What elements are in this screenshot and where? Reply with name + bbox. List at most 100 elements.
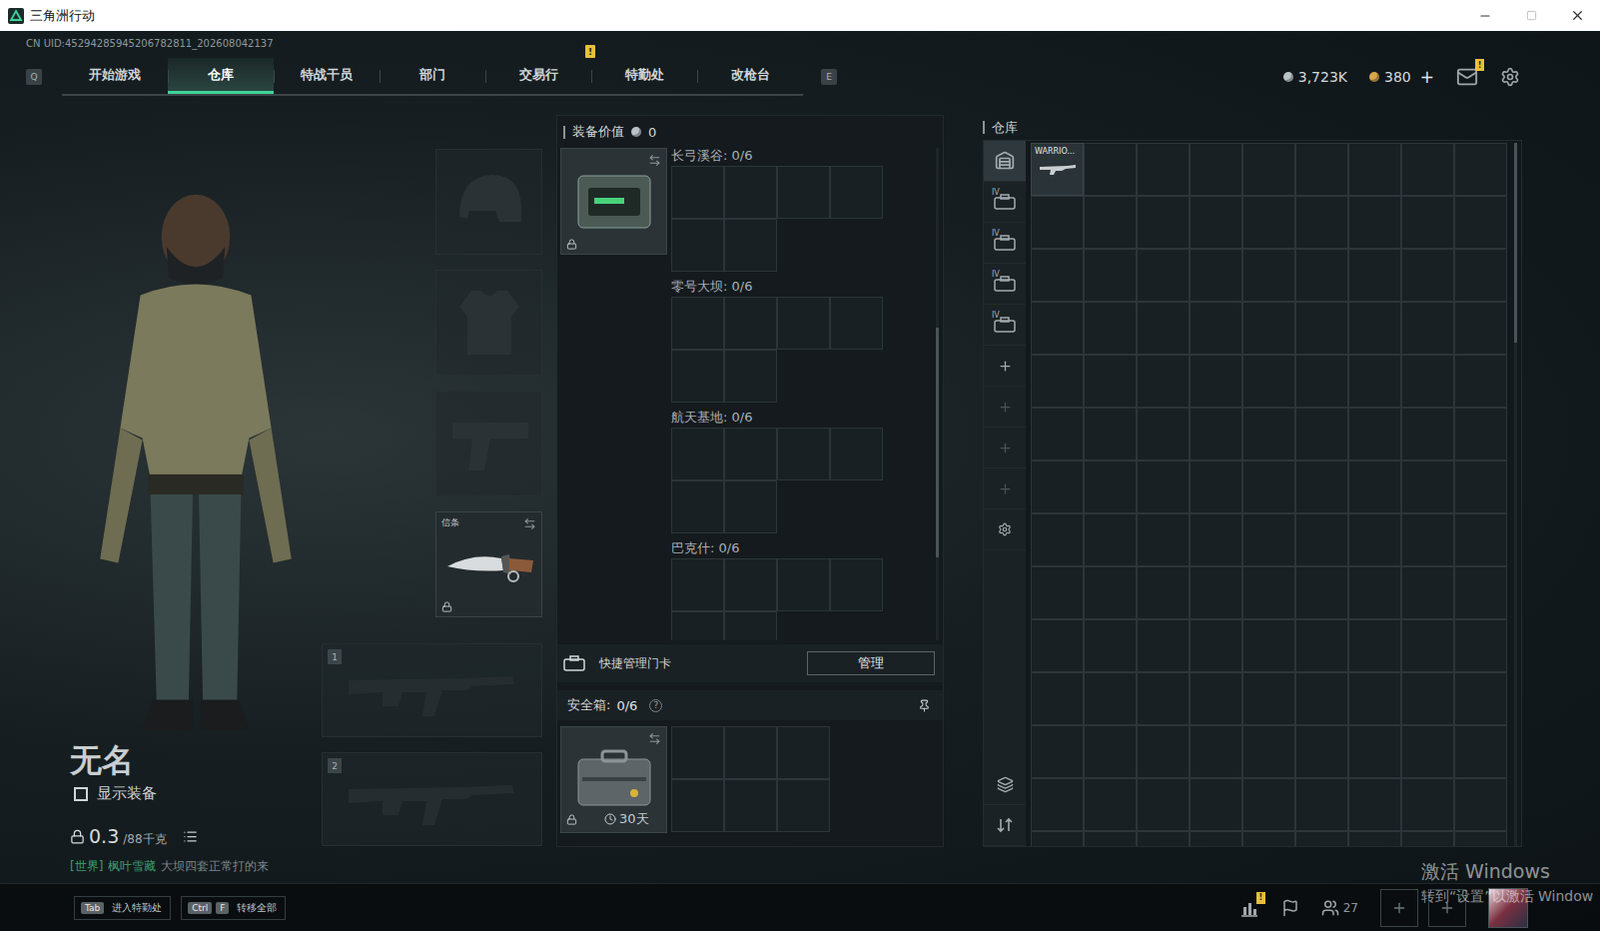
grid-cell[interactable] <box>1030 301 1084 355</box>
grid-cell[interactable] <box>1136 725 1190 779</box>
warehouse-item[interactable]: WARRIO... <box>1030 142 1084 196</box>
grid-cell[interactable] <box>1401 672 1455 726</box>
grid-cell[interactable] <box>1242 301 1296 355</box>
grid-cell[interactable] <box>1454 778 1508 831</box>
grid-cell[interactable] <box>1295 248 1349 302</box>
gear-slot[interactable] <box>435 269 543 376</box>
grid-cell[interactable] <box>1401 301 1455 355</box>
grid-cell[interactable] <box>1348 142 1402 196</box>
sidebar-tool[interactable] <box>983 804 1026 846</box>
gear-slot[interactable] <box>435 390 543 497</box>
grid-cell[interactable] <box>724 611 778 641</box>
grid-cell[interactable] <box>1295 566 1349 620</box>
grid-cell[interactable] <box>1348 248 1402 302</box>
swap-button[interactable] <box>523 517 537 531</box>
grid-cell[interactable] <box>1189 407 1243 461</box>
grid-cell[interactable] <box>1348 566 1402 620</box>
grid-cell[interactable] <box>724 218 778 272</box>
sidebar-item[interactable] <box>983 345 1026 387</box>
grid-cell[interactable] <box>1030 830 1084 846</box>
grid-cell[interactable] <box>1454 566 1508 620</box>
grid-cell[interactable] <box>1295 725 1349 779</box>
grid-cell[interactable] <box>1348 195 1402 249</box>
grid-cell[interactable] <box>724 726 778 780</box>
grid-cell[interactable] <box>1348 407 1402 461</box>
grid-cell[interactable] <box>1083 566 1137 620</box>
grid-cell[interactable] <box>829 165 883 219</box>
grid-cell[interactable] <box>1242 513 1296 567</box>
grid-cell[interactable] <box>1242 248 1296 302</box>
show-gear-checkbox[interactable] <box>73 787 88 801</box>
safe-box[interactable]: 30天 <box>560 726 668 833</box>
key-hint[interactable]: CtrlF转移全部 <box>180 895 286 920</box>
flag-button[interactable] <box>1281 898 1300 917</box>
maximize-button[interactable] <box>1508 0 1555 31</box>
grid-cell[interactable] <box>1189 195 1243 249</box>
key-hint[interactable]: Tab进入特勤处 <box>73 895 171 920</box>
stats-button[interactable]: ! <box>1239 898 1260 917</box>
nav-tab[interactable]: 特战干员 <box>273 57 380 94</box>
sidebar-item[interactable]: IV <box>983 222 1026 264</box>
grid-cell[interactable] <box>1348 354 1402 408</box>
grid-cell[interactable] <box>671 726 725 780</box>
grid-cell[interactable] <box>1030 566 1084 620</box>
nav-tab[interactable]: 部门 <box>379 57 486 94</box>
grid-cell[interactable] <box>1242 619 1296 673</box>
grid-cell[interactable] <box>1083 830 1137 846</box>
grid-cell[interactable] <box>1401 248 1455 302</box>
grid-cell[interactable] <box>1189 778 1243 831</box>
grid-cell[interactable] <box>777 296 830 350</box>
grid-cell[interactable] <box>1348 619 1402 673</box>
grid-cell[interactable] <box>1083 248 1137 302</box>
grid-cell[interactable] <box>1454 513 1508 567</box>
add-currency-button[interactable]: + <box>1420 66 1435 87</box>
grid-cell[interactable] <box>1189 619 1243 673</box>
grid-cell[interactable] <box>1189 248 1243 302</box>
grid-cell[interactable] <box>1030 407 1084 461</box>
swap-button[interactable] <box>648 153 662 167</box>
grid-cell[interactable] <box>1401 725 1455 779</box>
grid-cell[interactable] <box>724 558 778 612</box>
grid-cell[interactable] <box>1454 830 1508 846</box>
grid-cell[interactable] <box>1348 513 1402 567</box>
gear-slot[interactable] <box>435 148 543 255</box>
grid-cell[interactable] <box>1136 672 1190 726</box>
nav-tab[interactable]: 交易行 <box>485 57 592 94</box>
grid-cell[interactable] <box>1030 619 1084 673</box>
grid-cell[interactable] <box>671 779 725 832</box>
grid-cell[interactable] <box>1083 142 1137 196</box>
grid-cell[interactable] <box>777 165 830 219</box>
grid-cell[interactable] <box>1242 778 1296 831</box>
grid-cell[interactable] <box>1136 301 1190 355</box>
sidebar-tool[interactable] <box>983 764 1026 805</box>
grid-cell[interactable] <box>1295 407 1349 461</box>
grid-cell[interactable] <box>1083 354 1137 408</box>
close-button[interactable] <box>1554 0 1600 31</box>
grid-cell[interactable] <box>1401 566 1455 620</box>
grid-cell[interactable] <box>1083 513 1137 567</box>
weapon-slot[interactable]: 1 <box>321 643 543 738</box>
grid-cell[interactable] <box>1136 619 1190 673</box>
grid-cell[interactable] <box>1401 407 1455 461</box>
grid-cell[interactable] <box>671 558 725 612</box>
grid-cell[interactable] <box>1189 354 1243 408</box>
grid-cell[interactable] <box>1401 619 1455 673</box>
grid-cell[interactable] <box>1030 513 1084 567</box>
grid-cell[interactable] <box>1295 672 1349 726</box>
grid-cell[interactable] <box>1454 248 1508 302</box>
sidebar-item[interactable] <box>983 140 1026 182</box>
nav-tab[interactable]: 改枪台 <box>697 57 803 94</box>
gear-slot[interactable]: 信条 <box>435 511 543 618</box>
grid-cell[interactable] <box>1189 672 1243 726</box>
grid-cell[interactable] <box>1454 195 1508 249</box>
grid-cell[interactable] <box>1454 725 1508 779</box>
manage-button[interactable]: 管理 <box>806 651 935 676</box>
grid-cell[interactable] <box>1189 830 1243 846</box>
swap-button[interactable] <box>648 732 662 746</box>
grid-cell[interactable] <box>1401 354 1455 408</box>
grid-cell[interactable] <box>671 611 725 641</box>
grid-cell[interactable] <box>1030 248 1084 302</box>
sidebar-item[interactable] <box>983 427 1026 469</box>
chat-sender[interactable]: 枫叶雪藏 <box>107 858 156 873</box>
nav-tab[interactable]: 仓库 <box>167 57 274 94</box>
